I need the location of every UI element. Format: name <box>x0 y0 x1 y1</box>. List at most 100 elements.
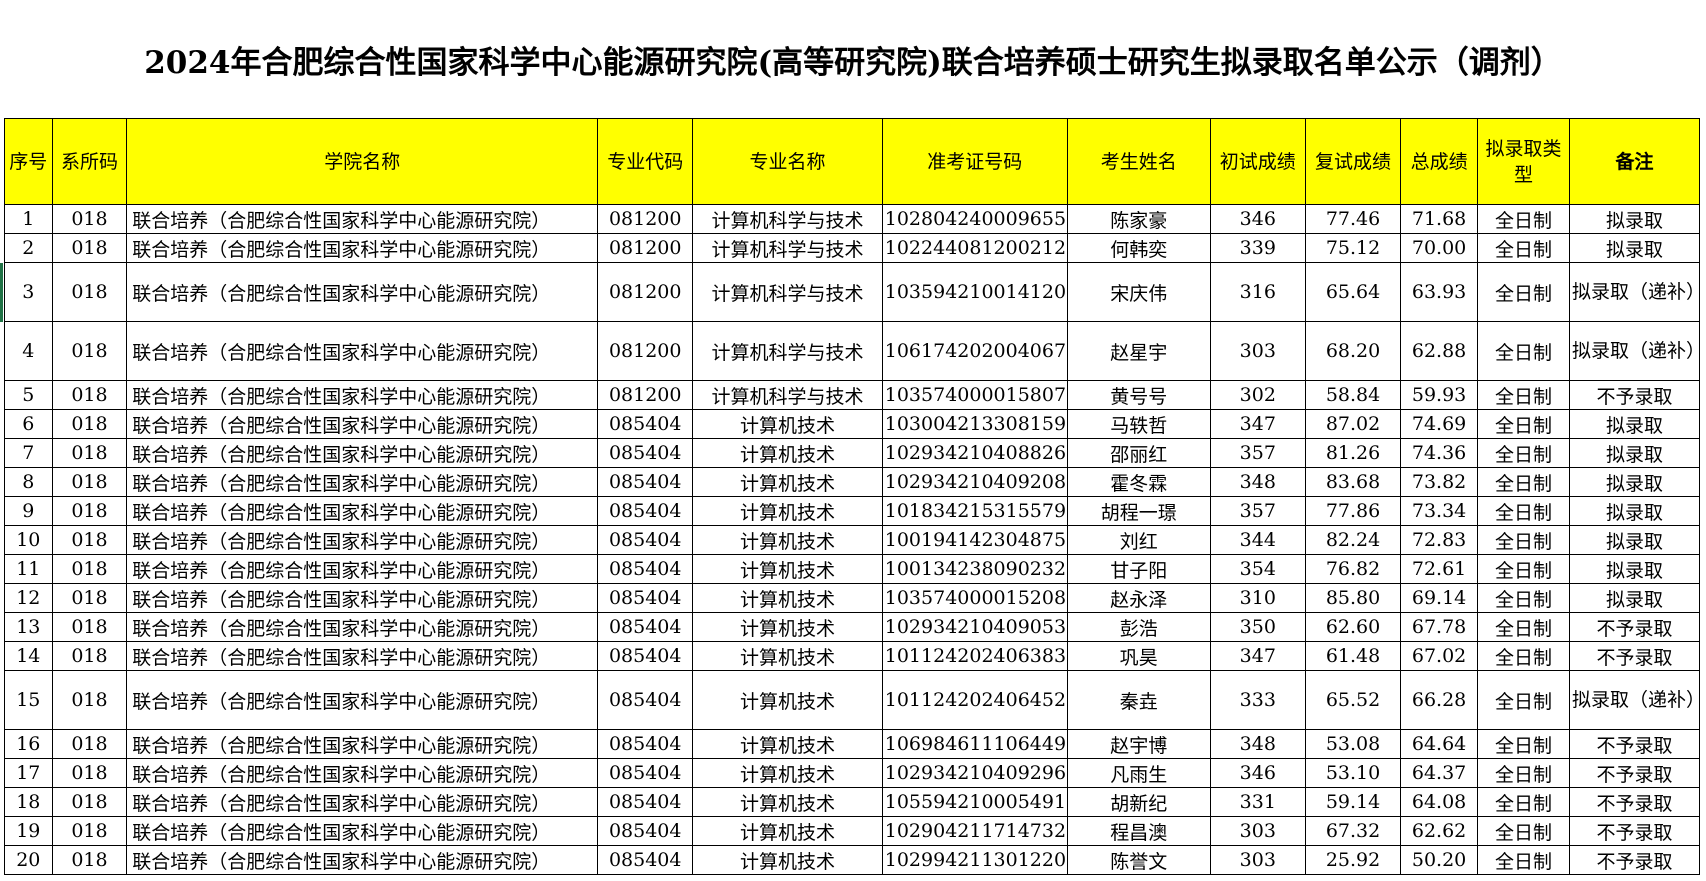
cell-admission-type[interactable]: 全日制 <box>1477 409 1570 439</box>
cell-remark[interactable]: 不予录取 <box>1569 816 1700 846</box>
cell-name[interactable]: 刘红 <box>1066 525 1211 555</box>
cell-retest-score[interactable]: 25.92 <box>1304 845 1402 875</box>
cell-total-score[interactable]: 72.83 <box>1400 525 1478 555</box>
cell-admission-type[interactable]: 全日制 <box>1477 321 1570 381</box>
cell-major-code[interactable]: 085404 <box>597 845 694 875</box>
cell-total-score[interactable]: 71.68 <box>1400 204 1478 234</box>
cell-college[interactable]: 联合培养（合肥综合性国家科学中心能源研究院） <box>126 845 599 875</box>
cell-admission-type[interactable]: 全日制 <box>1477 612 1570 642</box>
cell-ticket-no[interactable]: 103594210014120 <box>881 262 1068 322</box>
cell-college[interactable]: 联合培养（合肥综合性国家科学中心能源研究院） <box>126 380 599 410</box>
cell-major-code[interactable]: 085404 <box>597 670 694 730</box>
cell-index[interactable]: 5 <box>4 380 53 410</box>
cell-major-code[interactable]: 085404 <box>597 583 694 613</box>
cell-ticket-no[interactable]: 103574000015807 <box>881 380 1068 410</box>
cell-prelim-score[interactable]: 339 <box>1209 233 1306 263</box>
cell-major-name[interactable]: 计算机技术 <box>692 496 883 526</box>
cell-major-code[interactable]: 085404 <box>597 758 694 788</box>
cell-admission-type[interactable]: 全日制 <box>1477 467 1570 497</box>
cell-remark[interactable]: 拟录取 <box>1569 583 1700 613</box>
cell-ticket-no[interactable]: 100194142304875 <box>881 525 1068 555</box>
cell-major-name[interactable]: 计算机技术 <box>692 438 883 468</box>
cell-name[interactable]: 甘子阳 <box>1066 554 1211 584</box>
cell-name[interactable]: 赵星宇 <box>1066 321 1211 381</box>
cell-major-name[interactable]: 计算机技术 <box>692 554 883 584</box>
cell-name[interactable]: 霍冬霖 <box>1066 467 1211 497</box>
cell-dept-code[interactable]: 018 <box>51 525 128 555</box>
cell-major-code[interactable]: 085404 <box>597 409 694 439</box>
cell-remark[interactable]: 不予录取 <box>1569 612 1700 642</box>
cell-major-name[interactable]: 计算机科学与技术 <box>692 380 883 410</box>
header-cell-retest-score[interactable]: 复试成绩 <box>1304 118 1402 205</box>
cell-dept-code[interactable]: 018 <box>51 758 128 788</box>
cell-index[interactable]: 4 <box>4 321 53 381</box>
cell-dept-code[interactable]: 018 <box>51 321 128 381</box>
header-cell-admission-type[interactable]: 拟录取类型 <box>1477 118 1570 205</box>
cell-total-score[interactable]: 50.20 <box>1400 845 1478 875</box>
cell-major-code[interactable]: 085404 <box>597 612 694 642</box>
cell-retest-score[interactable]: 77.86 <box>1304 496 1402 526</box>
cell-admission-type[interactable]: 全日制 <box>1477 787 1570 817</box>
cell-prelim-score[interactable]: 357 <box>1209 438 1306 468</box>
cell-name[interactable]: 胡程一璟 <box>1066 496 1211 526</box>
cell-name[interactable]: 陈誉文 <box>1066 845 1211 875</box>
cell-remark[interactable]: 不予录取 <box>1569 787 1700 817</box>
cell-name[interactable]: 胡新纪 <box>1066 787 1211 817</box>
cell-total-score[interactable]: 74.69 <box>1400 409 1478 439</box>
cell-retest-score[interactable]: 75.12 <box>1304 233 1402 263</box>
cell-admission-type[interactable]: 全日制 <box>1477 670 1570 730</box>
cell-prelim-score[interactable]: 302 <box>1209 380 1306 410</box>
cell-ticket-no[interactable]: 100134238090232 <box>881 554 1068 584</box>
cell-retest-score[interactable]: 62.60 <box>1304 612 1402 642</box>
cell-remark[interactable]: 不予录取 <box>1569 380 1700 410</box>
cell-retest-score[interactable]: 53.08 <box>1304 729 1402 759</box>
cell-total-score[interactable]: 69.14 <box>1400 583 1478 613</box>
cell-major-code[interactable]: 085404 <box>597 787 694 817</box>
cell-remark[interactable]: 不予录取 <box>1569 729 1700 759</box>
header-cell-prelim-score[interactable]: 初试成绩 <box>1209 118 1306 205</box>
cell-index[interactable]: 2 <box>4 233 53 263</box>
cell-ticket-no[interactable]: 101124202406383 <box>881 641 1068 671</box>
cell-retest-score[interactable]: 67.32 <box>1304 816 1402 846</box>
cell-dept-code[interactable]: 018 <box>51 262 128 322</box>
cell-college[interactable]: 联合培养（合肥综合性国家科学中心能源研究院） <box>126 554 599 584</box>
cell-retest-score[interactable]: 83.68 <box>1304 467 1402 497</box>
cell-retest-score[interactable]: 82.24 <box>1304 525 1402 555</box>
cell-prelim-score[interactable]: 303 <box>1209 845 1306 875</box>
cell-college[interactable]: 联合培养（合肥综合性国家科学中心能源研究院） <box>126 233 599 263</box>
cell-major-name[interactable]: 计算机技术 <box>692 612 883 642</box>
cell-major-name[interactable]: 计算机技术 <box>692 845 883 875</box>
cell-prelim-score[interactable]: 316 <box>1209 262 1306 322</box>
cell-major-name[interactable]: 计算机技术 <box>692 729 883 759</box>
cell-name[interactable]: 凡雨生 <box>1066 758 1211 788</box>
cell-index[interactable]: 12 <box>4 583 53 613</box>
cell-name[interactable]: 邵丽红 <box>1066 438 1211 468</box>
cell-dept-code[interactable]: 018 <box>51 845 128 875</box>
cell-prelim-score[interactable]: 348 <box>1209 467 1306 497</box>
cell-prelim-score[interactable]: 346 <box>1209 758 1306 788</box>
cell-dept-code[interactable]: 018 <box>51 438 128 468</box>
cell-ticket-no[interactable]: 103574000015208 <box>881 583 1068 613</box>
cell-major-name[interactable]: 计算机技术 <box>692 467 883 497</box>
cell-total-score[interactable]: 59.93 <box>1400 380 1478 410</box>
cell-admission-type[interactable]: 全日制 <box>1477 380 1570 410</box>
cell-dept-code[interactable]: 018 <box>51 204 128 234</box>
cell-ticket-no[interactable]: 102934210409208 <box>881 467 1068 497</box>
cell-major-code[interactable]: 081200 <box>597 262 694 322</box>
cell-name[interactable]: 陈家豪 <box>1066 204 1211 234</box>
cell-college[interactable]: 联合培养（合肥综合性国家科学中心能源研究院） <box>126 787 599 817</box>
cell-retest-score[interactable]: 87.02 <box>1304 409 1402 439</box>
cell-admission-type[interactable]: 全日制 <box>1477 816 1570 846</box>
cell-name[interactable]: 何韩奕 <box>1066 233 1211 263</box>
cell-dept-code[interactable]: 018 <box>51 554 128 584</box>
cell-college[interactable]: 联合培养（合肥综合性国家科学中心能源研究院） <box>126 321 599 381</box>
cell-ticket-no[interactable]: 106174202004067 <box>881 321 1068 381</box>
cell-dept-code[interactable]: 018 <box>51 787 128 817</box>
cell-admission-type[interactable]: 全日制 <box>1477 729 1570 759</box>
cell-retest-score[interactable]: 53.10 <box>1304 758 1402 788</box>
cell-ticket-no[interactable]: 102804240009655 <box>881 204 1068 234</box>
cell-index[interactable]: 19 <box>4 816 53 846</box>
cell-dept-code[interactable]: 018 <box>51 729 128 759</box>
cell-prelim-score[interactable]: 347 <box>1209 409 1306 439</box>
cell-admission-type[interactable]: 全日制 <box>1477 233 1570 263</box>
